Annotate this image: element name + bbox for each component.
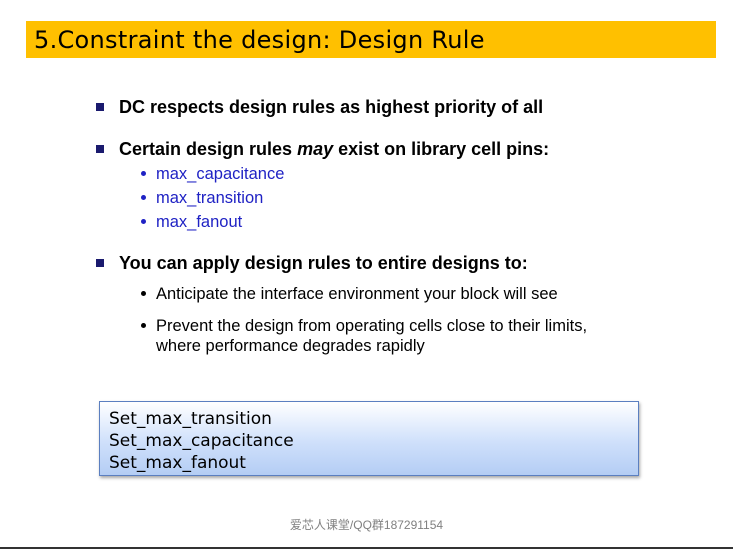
bullet-2-text-before: Certain design rules	[119, 139, 298, 159]
bullet-3-text: You can apply design rules to entire des…	[119, 253, 528, 273]
sub-item-text-continued: where performance degrades rapidly	[156, 337, 425, 355]
sub-item-max-capacitance: max_capacitance	[141, 165, 284, 184]
sub-item-text: Anticipate the interface environment you…	[156, 285, 558, 303]
round-bullet-icon	[141, 171, 146, 176]
sub-item-text: Prevent the design from operating cells …	[156, 317, 588, 335]
command-line: Set_max_fanout	[109, 453, 246, 473]
bullet-2: Certain design rules may exist on librar…	[96, 139, 549, 160]
sub-item-anticipate: Anticipate the interface environment you…	[141, 285, 558, 304]
command-line: Set_max_capacitance	[109, 431, 294, 451]
bottom-divider	[0, 547, 733, 549]
sub-item-max-fanout: max_fanout	[141, 213, 242, 232]
square-bullet-icon	[96, 103, 104, 111]
round-bullet-icon	[141, 323, 146, 328]
round-bullet-icon	[141, 291, 146, 296]
sub-item-text: max_capacitance	[156, 165, 285, 183]
bullet-1-text: DC respects design rules as highest prio…	[119, 97, 544, 117]
sub-item-prevent: Prevent the design from operating cells …	[141, 316, 587, 356]
sub-item-max-transition: max_transition	[141, 189, 263, 208]
round-bullet-icon	[141, 219, 146, 224]
bullet-1: DC respects design rules as highest prio…	[96, 97, 543, 118]
bullet-3: You can apply design rules to entire des…	[96, 253, 528, 274]
footer-watermark: 爱芯人课堂/QQ群187291154	[289, 518, 444, 532]
sub-item-text: max_transition	[156, 189, 264, 207]
round-bullet-icon	[141, 195, 146, 200]
sub-item-text: max_fanout	[156, 213, 243, 231]
bullet-2-text-em: may	[297, 139, 334, 159]
square-bullet-icon	[96, 259, 104, 267]
command-line: Set_max_transition	[109, 409, 272, 429]
square-bullet-icon	[96, 145, 104, 153]
bullet-2-text-after: exist on library cell pins:	[333, 139, 550, 159]
command-box: Set_max_transition Set_max_capacitance S…	[99, 401, 639, 476]
